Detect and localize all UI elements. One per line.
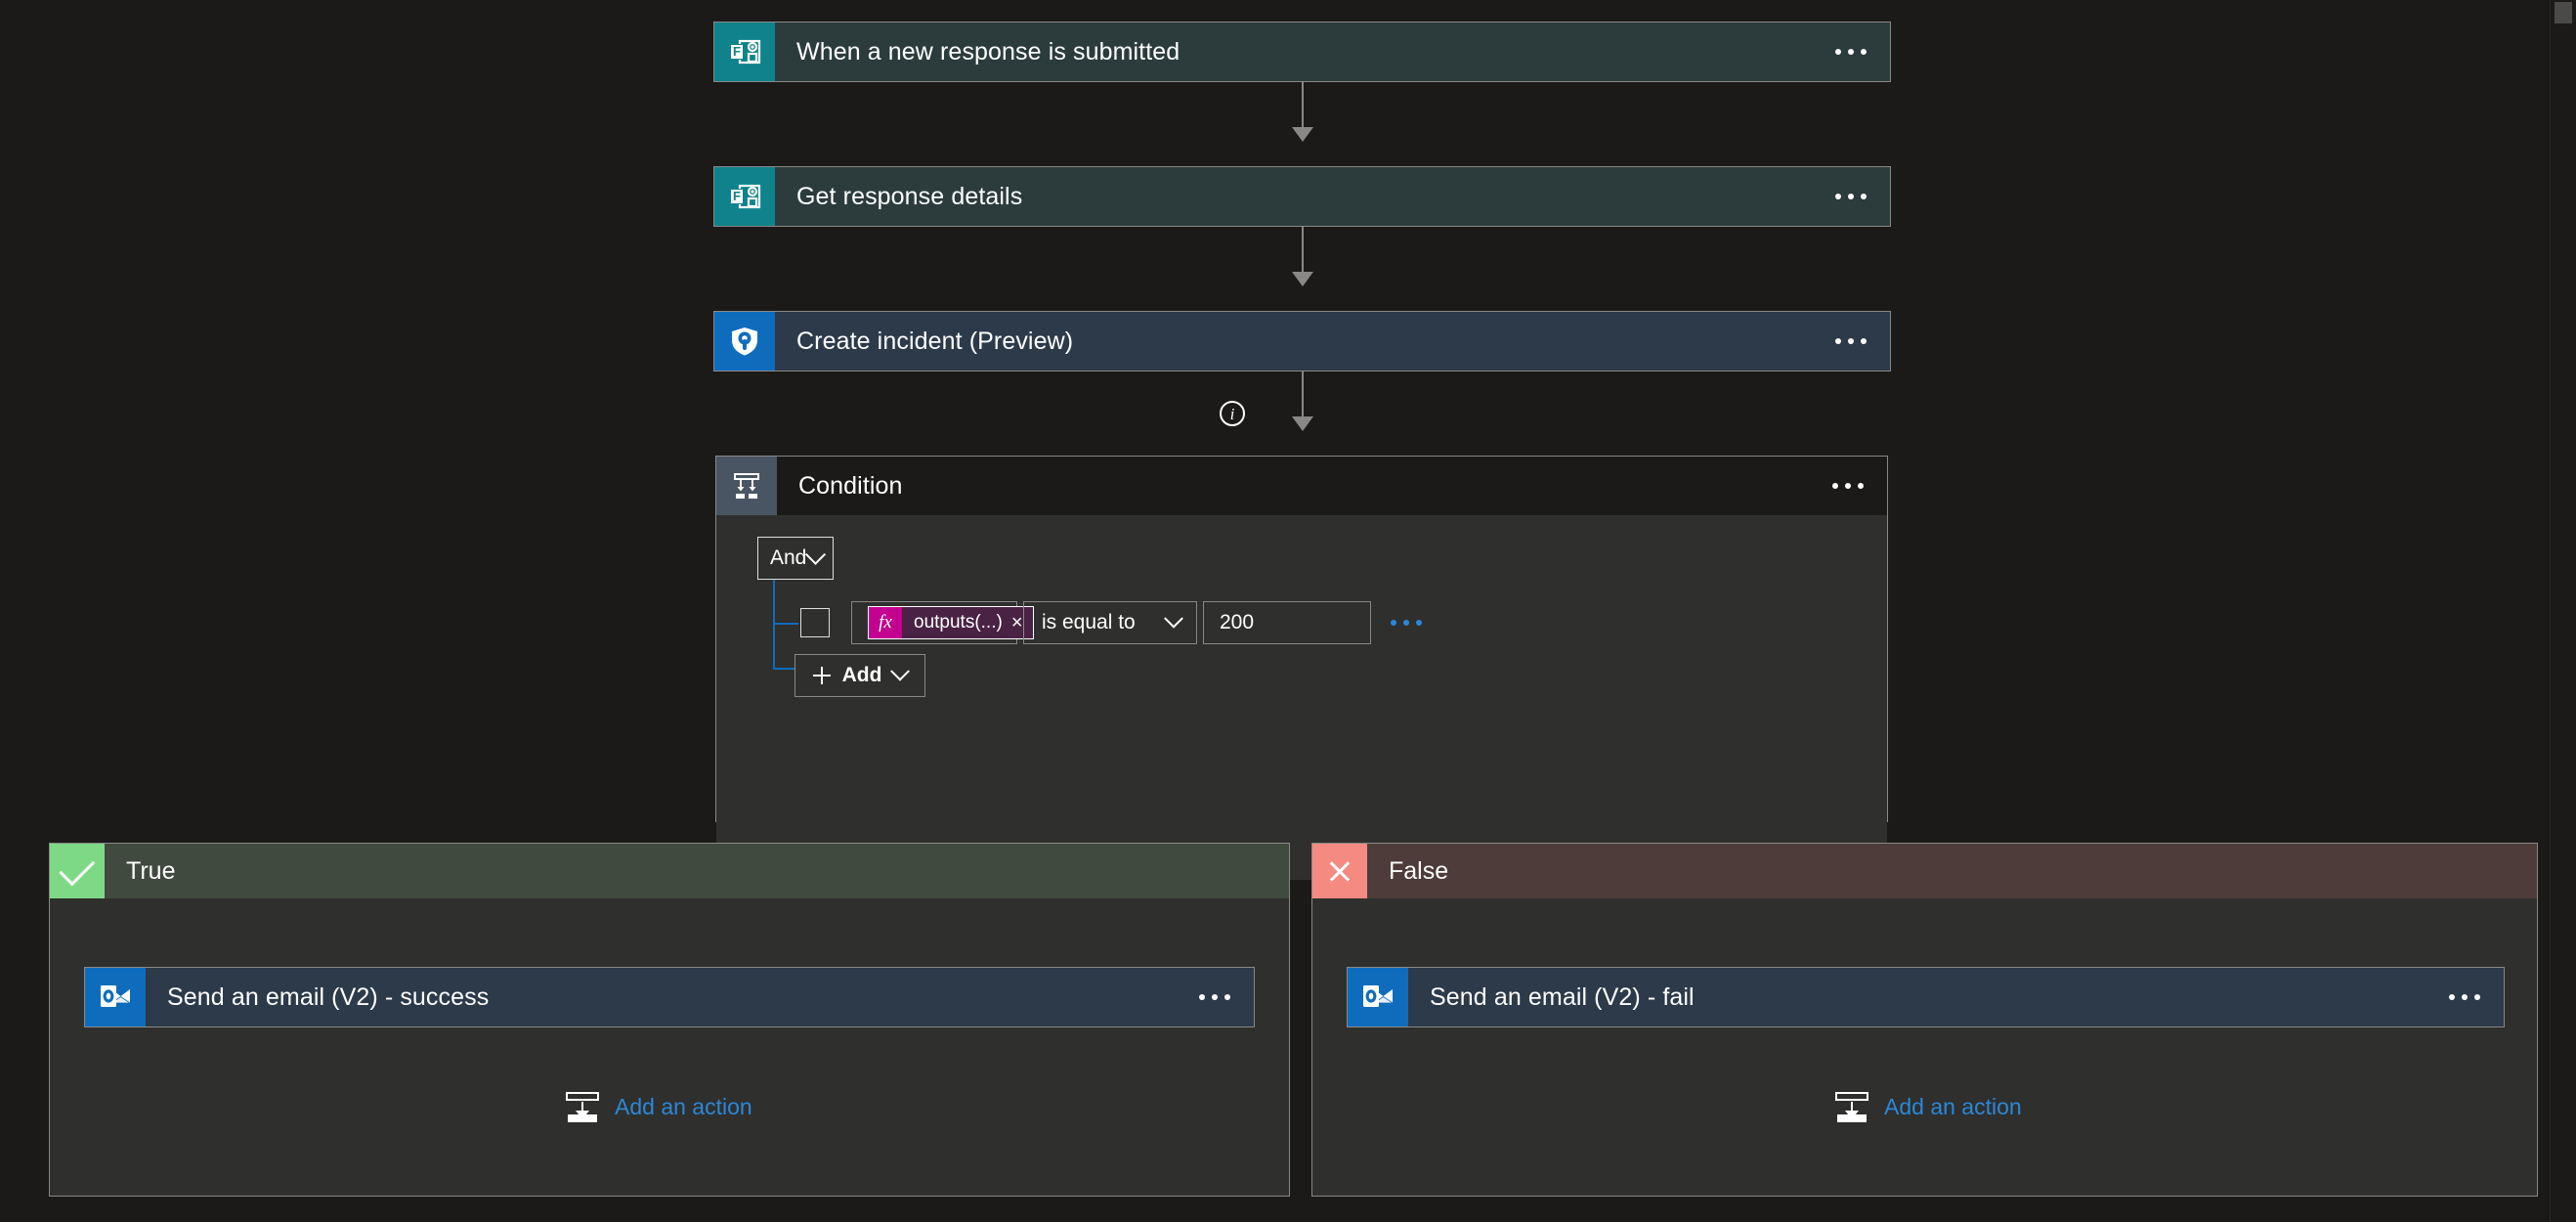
group-connector-branch	[773, 623, 798, 625]
checkmark-icon	[50, 844, 105, 898]
flow-step-title: When a new response is submitted	[796, 37, 1181, 65]
scrollbar-thumb[interactable]	[2555, 2, 2572, 23]
flow-step-card-send-email-success[interactable]: Send an email (V2) - success	[84, 967, 1255, 1027]
flow-step-card-get-response[interactable]: F Get response details	[713, 166, 1891, 227]
expression-token[interactable]: fx outputs(...) ×	[868, 606, 1034, 639]
condition-header[interactable]: Condition	[716, 457, 1887, 515]
logic-operator-select[interactable]: And	[757, 537, 834, 580]
condition-operator-select[interactable]: is equal to	[1023, 601, 1197, 644]
plus-icon	[812, 667, 831, 684]
more-commands-icon[interactable]	[2445, 988, 2484, 1006]
false-branch-container: False Send an email (V2) - fail Add an a…	[1311, 843, 2538, 1197]
flow-step-body: Create incident (Preview)	[775, 312, 1890, 371]
close-icon	[1312, 844, 1367, 898]
more-commands-icon[interactable]	[1831, 188, 1870, 205]
false-branch-label-bar: False	[1367, 844, 2537, 898]
flow-step-card-create-incident[interactable]: Create incident (Preview)	[713, 311, 1891, 371]
true-branch-label: True	[126, 856, 176, 885]
more-commands-icon[interactable]	[1195, 988, 1234, 1006]
false-branch-header: False	[1312, 844, 2537, 898]
microsoft-forms-icon: F	[714, 22, 775, 81]
true-branch-add-action-label: Add an action	[615, 1093, 752, 1119]
add-condition-label: Add	[841, 664, 882, 686]
connector-arrow	[1292, 127, 1313, 142]
more-commands-icon[interactable]	[1831, 43, 1870, 61]
condition-title: Condition	[798, 471, 903, 500]
add-action-icon	[566, 1090, 599, 1123]
condition-card[interactable]: Condition And fx outputs(...) × is equal…	[715, 456, 1888, 880]
flow-step-title: Send an email (V2) - fail	[1430, 982, 1695, 1011]
condition-row-more-icon[interactable]	[1387, 614, 1426, 632]
condition-header-body: Condition	[777, 457, 1887, 515]
flow-step-body: Send an email (V2) - success	[146, 968, 1254, 1026]
false-branch-body: Send an email (V2) - fail Add an action	[1312, 898, 2537, 1196]
false-branch-label: False	[1389, 856, 1449, 885]
chevron-down-icon	[804, 544, 827, 565]
condition-body: And fx outputs(...) × is equal to 200 Ad…	[716, 515, 1887, 880]
microsoft-forms-icon: F	[714, 167, 775, 226]
condition-row: fx outputs(...) × is equal to 200	[800, 601, 1426, 644]
vertical-scrollbar[interactable]	[2550, 0, 2576, 1222]
true-branch-label-bar: True	[105, 844, 1289, 898]
false-branch-add-action[interactable]: Add an action	[1835, 1090, 2022, 1123]
true-branch-add-action[interactable]: Add an action	[566, 1090, 752, 1123]
flow-step-body: When a new response is submitted	[775, 22, 1890, 81]
more-commands-icon[interactable]	[1831, 332, 1870, 350]
condition-value: 200	[1220, 611, 1255, 633]
info-icon[interactable]: i	[1220, 401, 1245, 426]
chevron-down-icon	[890, 661, 911, 681]
svg-text:F: F	[733, 44, 741, 59]
more-commands-icon[interactable]	[1828, 477, 1868, 495]
flow-step-title: Send an email (V2) - success	[167, 982, 490, 1011]
connector-arrow	[1292, 272, 1313, 286]
flow-step-title: Get response details	[796, 182, 1023, 210]
connector-line	[1302, 371, 1304, 422]
condition-row-checkbox[interactable]	[800, 608, 830, 637]
true-branch-body: Send an email (V2) - success Add an acti…	[50, 898, 1289, 1196]
true-branch-container: True Send an email (V2) - success Add an…	[49, 843, 1290, 1197]
outlook-icon	[1348, 968, 1408, 1026]
add-action-icon	[1835, 1090, 1868, 1123]
connector-line	[1302, 82, 1304, 133]
outlook-icon	[85, 968, 146, 1026]
flow-step-body: Get response details	[775, 167, 1890, 226]
chevron-down-icon	[1164, 608, 1183, 629]
fx-icon: fx	[869, 607, 902, 638]
expression-token-label: outputs(...)	[914, 612, 1003, 633]
logic-operator-value: And	[770, 546, 807, 569]
flow-step-card-trigger[interactable]: F When a new response is submitted	[713, 22, 1891, 82]
flow-step-title: Create incident (Preview)	[796, 327, 1074, 355]
azure-sentinel-icon	[714, 312, 775, 371]
svg-text:F: F	[733, 189, 741, 203]
group-connector-branch	[773, 668, 794, 670]
flow-step-body: Send an email (V2) - fail	[1408, 968, 2504, 1026]
connector-arrow	[1292, 416, 1313, 431]
true-branch-header: True	[50, 844, 1289, 898]
false-branch-add-action-label: Add an action	[1884, 1093, 2022, 1119]
add-condition-button[interactable]: Add	[794, 654, 925, 697]
condition-branch-icon	[716, 457, 777, 515]
flow-canvas: F When a new response is submitted F Get…	[0, 0, 2551, 1222]
condition-value-input[interactable]: 200	[1203, 601, 1371, 644]
condition-left-operand-field[interactable]: fx outputs(...) ×	[851, 601, 1034, 644]
condition-operator-value: is equal to	[1042, 611, 1136, 633]
flow-step-card-send-email-fail[interactable]: Send an email (V2) - fail	[1347, 967, 2505, 1027]
connector-line	[1302, 227, 1304, 278]
